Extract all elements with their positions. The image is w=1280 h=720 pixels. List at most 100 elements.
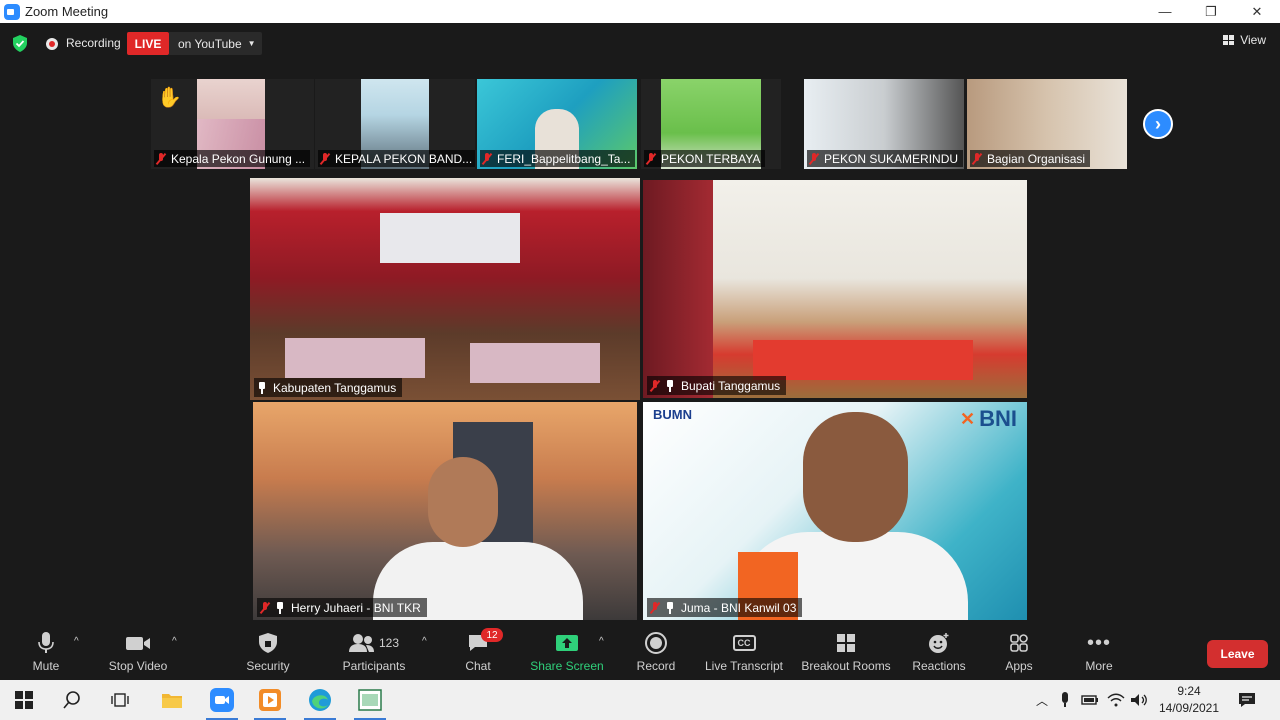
raised-hand-icon: ✋ — [157, 87, 182, 109]
apps-icon — [1010, 634, 1028, 652]
participant-name: Herry Juhaeri - BNI TKR — [257, 598, 427, 617]
wifi-icon[interactable] — [1106, 680, 1126, 720]
security-button[interactable]: Security — [240, 630, 296, 680]
mic-muted-icon — [972, 152, 982, 165]
pin-icon — [257, 381, 267, 394]
more-button[interactable]: ••• More — [1080, 630, 1118, 680]
closed-caption-icon: CC — [732, 635, 756, 651]
notifications-button[interactable] — [1234, 680, 1260, 720]
clock-date: 14/09/2021 — [1158, 701, 1220, 715]
mic-muted-icon — [320, 152, 330, 165]
edge-browser-icon — [309, 689, 331, 711]
video-editor-taskbar-app[interactable] — [246, 680, 294, 720]
reactions-button[interactable]: Reactions — [910, 630, 968, 680]
participant-name: Kepala Pekon Gunung ... — [154, 150, 311, 167]
live-transcript-button[interactable]: CC Live Transcript — [702, 630, 786, 680]
search-button[interactable] — [48, 680, 96, 720]
participant-name: PEKON TERBAYA — [644, 150, 766, 167]
video-editor-icon — [259, 689, 281, 711]
zoom-app-icon — [210, 688, 234, 712]
window-title: Zoom Meeting — [25, 4, 109, 19]
show-hidden-icons-button[interactable]: ︿ — [1034, 680, 1050, 720]
chat-button[interactable]: 12 Chat — [462, 628, 503, 680]
microphone-tray-icon[interactable] — [1056, 680, 1074, 720]
participant-thumbnail[interactable]: FERI_Bappelitbang_Ta... — [477, 79, 637, 169]
video-options-caret-icon[interactable]: ^ — [172, 636, 177, 647]
task-view-button[interactable] — [96, 680, 144, 720]
notification-icon — [1239, 693, 1255, 707]
participant-thumbnail[interactable]: PEKON SUKAMERINDU — [804, 79, 964, 169]
mic-muted-icon — [650, 379, 660, 392]
participant-thumbnail[interactable]: PEKON TERBAYA — [641, 79, 781, 169]
spreadsheet-taskbar-app[interactable] — [346, 680, 394, 720]
meeting-toolbar: Mute ^ Stop Video ^ Security 123 Partici… — [0, 628, 1280, 680]
restore-button[interactable]: ❐ — [1188, 0, 1234, 23]
apps-button[interactable]: Apps — [1000, 630, 1038, 680]
stream-target-dropdown[interactable]: on YouTube ▼ — [169, 32, 262, 55]
battery-icon[interactable] — [1080, 680, 1100, 720]
pin-icon — [665, 379, 675, 392]
smiley-face-icon — [929, 633, 949, 653]
participant-name: Juma - BNI Kanwil 03 — [647, 598, 803, 617]
mic-muted-icon — [156, 152, 166, 165]
participants-button[interactable]: 123 Participants — [338, 630, 410, 680]
bumn-logo: BUMN — [653, 407, 692, 422]
mute-options-caret-icon[interactable]: ^ — [74, 636, 79, 647]
participants-options-caret-icon[interactable]: ^ — [422, 636, 427, 647]
recording-indicator-icon — [46, 38, 58, 50]
participants-count: 123 — [378, 636, 400, 650]
participants-icon — [348, 634, 374, 652]
bni-logo: ✕ BNI — [960, 406, 1017, 431]
zoom-taskbar-app[interactable] — [198, 680, 246, 720]
window-app-icon — [358, 689, 382, 711]
participant-name: Kabupaten Tanggamus — [254, 378, 403, 397]
participant-name: PEKON SUKAMERINDU — [807, 150, 964, 167]
next-page-arrow-icon[interactable]: › — [1143, 109, 1173, 139]
mic-muted-icon — [260, 601, 270, 614]
participant-thumbnail[interactable]: ✋ Kepala Pekon Gunung ... — [151, 79, 314, 169]
video-tile[interactable]: Herry Juhaeri - BNI TKR — [253, 402, 637, 620]
clock-time: 9:24 — [1177, 684, 1201, 698]
mic-muted-icon — [650, 601, 660, 614]
chat-unread-badge: 12 — [481, 628, 503, 642]
mic-muted-icon — [809, 152, 819, 165]
minimize-button[interactable]: — — [1142, 0, 1188, 23]
mic-muted-icon — [482, 152, 492, 165]
share-screen-button[interactable]: Share Screen — [530, 630, 604, 680]
participant-thumbnail[interactable]: KEPALA PEKON BAND... — [315, 79, 475, 169]
share-options-caret-icon[interactable]: ^ — [599, 636, 604, 647]
stream-target-label: on YouTube — [178, 36, 242, 51]
mic-muted-icon — [646, 152, 656, 165]
security-shield-icon — [259, 633, 277, 653]
pin-icon — [275, 601, 285, 614]
video-tile[interactable]: BUMN ✕ BNI Juma - BNI Kanwil 03 — [643, 402, 1027, 620]
leave-button[interactable]: Leave — [1207, 640, 1268, 668]
mute-button[interactable]: Mute — [25, 630, 67, 680]
share-screen-icon — [556, 635, 578, 651]
gallery-view-icon — [1223, 35, 1235, 45]
volume-icon[interactable] — [1130, 680, 1148, 720]
record-button[interactable]: Record — [634, 630, 678, 680]
file-explorer-taskbar-app[interactable] — [148, 680, 196, 720]
window-title-bar: Zoom Meeting — ❐ ✕ — [0, 0, 1280, 23]
view-button[interactable]: View — [1223, 33, 1266, 47]
edge-taskbar-app[interactable] — [296, 680, 344, 720]
encryption-shield-icon[interactable] — [12, 35, 28, 52]
participant-name: Bagian Organisasi — [970, 150, 1091, 167]
task-view-icon — [111, 693, 129, 707]
start-button[interactable] — [0, 680, 48, 720]
breakout-rooms-button[interactable]: Breakout Rooms — [798, 630, 894, 680]
live-badge[interactable]: LIVE — [127, 32, 169, 55]
windows-taskbar: ︿ 9:24 14/09/2021 — [0, 680, 1280, 720]
close-button[interactable]: ✕ — [1234, 0, 1280, 23]
recording-label: Recording — [66, 36, 121, 50]
chevron-up-icon: ︿ — [1035, 693, 1048, 708]
chevron-down-icon: ▼ — [247, 39, 256, 48]
stop-video-button[interactable]: Stop Video — [100, 630, 176, 680]
search-icon — [63, 691, 80, 709]
participant-thumbnail[interactable]: Bagian Organisasi — [967, 79, 1127, 169]
video-tile[interactable]: Bupati Tanggamus — [643, 180, 1027, 398]
system-clock[interactable]: 9:24 14/09/2021 — [1150, 683, 1228, 717]
video-tile-active-speaker[interactable]: Kabupaten Tanggamus — [250, 178, 640, 400]
record-icon — [645, 632, 667, 654]
